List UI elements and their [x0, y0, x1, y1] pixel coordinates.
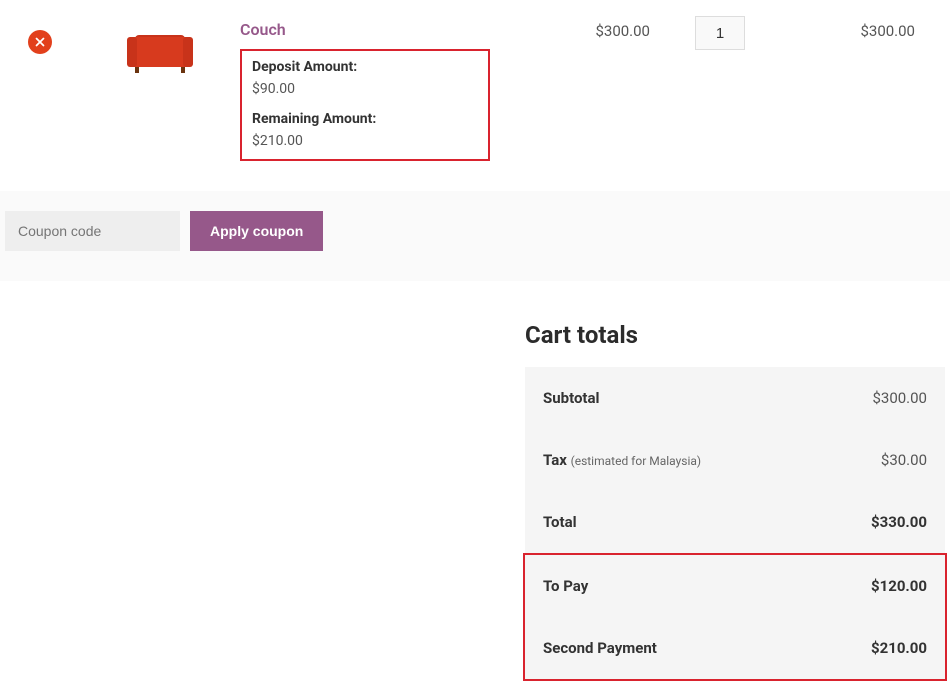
total-label: Total	[543, 513, 577, 531]
subtotal-row: Subtotal $300.00	[525, 367, 945, 429]
line-subtotal: $300.00	[790, 10, 950, 40]
remaining-amount-label: Remaining Amount:	[252, 111, 478, 127]
product-thumbnail[interactable]	[125, 20, 195, 75]
unit-price: $300.00	[490, 10, 650, 40]
second-payment-value: $210.00	[871, 639, 927, 657]
apply-coupon-button[interactable]: Apply coupon	[190, 211, 323, 251]
cart-item-row: Couch Deposit Amount: $90.00 Remaining A…	[0, 0, 950, 181]
to-pay-row: To Pay $120.00	[525, 555, 945, 617]
cart-totals-title: Cart totals	[525, 321, 945, 349]
deposit-amount-label: Deposit Amount:	[252, 59, 478, 75]
remove-item-button[interactable]	[28, 30, 52, 54]
tax-row: Tax (estimated for Malaysia) $30.00	[525, 429, 945, 491]
cart-totals-table: Subtotal $300.00 Tax (estimated for Mala…	[525, 367, 945, 681]
to-pay-label: To Pay	[543, 577, 588, 595]
tax-sublabel: (estimated for Malaysia)	[571, 454, 702, 468]
second-payment-row: Second Payment $210.00	[525, 617, 945, 679]
remove-column	[0, 10, 80, 54]
deposit-amount-value: $90.00	[252, 81, 478, 97]
details-column: Couch Deposit Amount: $90.00 Remaining A…	[240, 10, 490, 161]
tax-label: Tax (estimated for Malaysia)	[543, 451, 701, 469]
quantity-column	[650, 10, 790, 50]
tax-value: $30.00	[881, 451, 927, 469]
coupon-code-input[interactable]	[5, 211, 180, 251]
close-icon	[33, 35, 47, 49]
quantity-input[interactable]	[695, 16, 745, 50]
deposit-highlight-box: Deposit Amount: $90.00 Remaining Amount:…	[240, 49, 490, 161]
to-pay-value: $120.00	[871, 577, 927, 595]
coupon-section: Apply coupon	[0, 191, 950, 281]
remaining-amount-value: $210.00	[252, 133, 478, 149]
total-value: $330.00	[871, 513, 927, 531]
total-row: Total $330.00	[525, 491, 945, 553]
product-name-link[interactable]: Couch	[240, 20, 490, 39]
second-payment-label: Second Payment	[543, 639, 657, 657]
cart-totals-section: Cart totals Subtotal $300.00 Tax (estima…	[0, 321, 950, 681]
payment-highlight-box: To Pay $120.00 Second Payment $210.00	[523, 553, 947, 681]
thumbnail-column	[80, 10, 240, 75]
subtotal-value: $300.00	[872, 389, 927, 407]
subtotal-label: Subtotal	[543, 389, 600, 407]
